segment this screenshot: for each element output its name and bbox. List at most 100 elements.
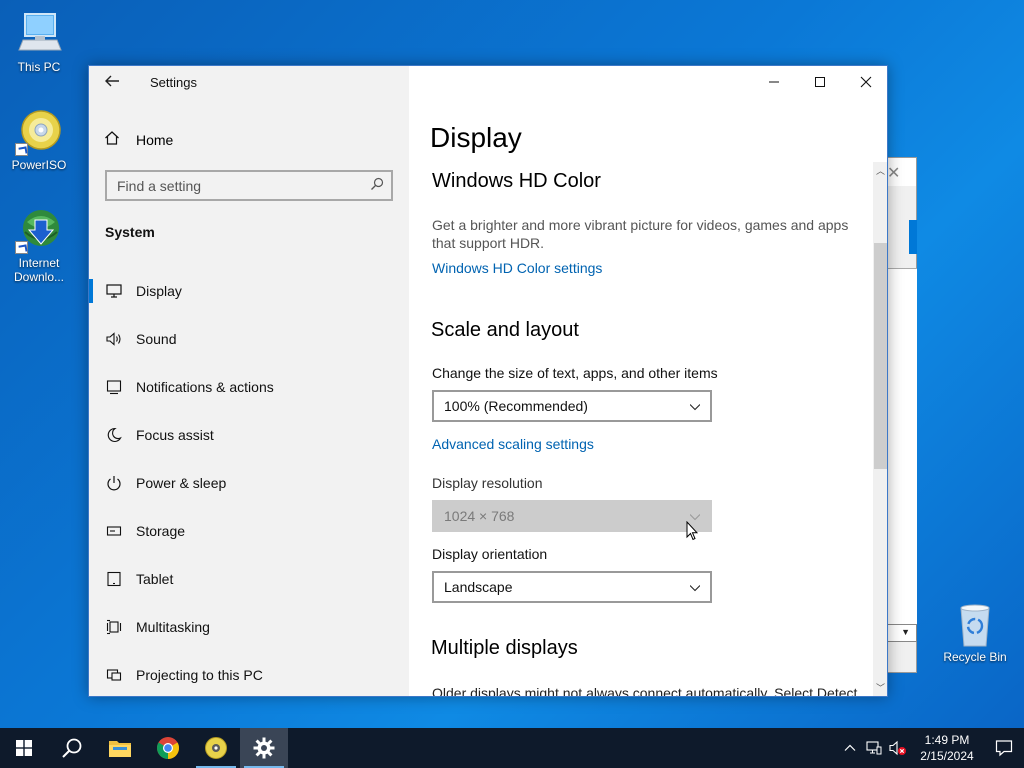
page-title: Display xyxy=(430,122,522,153)
nav-label: Sound xyxy=(136,331,177,347)
nav-item-sound[interactable]: Sound xyxy=(89,315,409,363)
storage-icon xyxy=(105,522,123,540)
hdr-heading: Windows HD Color xyxy=(432,170,601,192)
nav-label: Tablet xyxy=(136,571,174,587)
multiple-displays-heading: Multiple displays xyxy=(431,637,578,659)
clock-time: 1:49 PM xyxy=(924,733,970,747)
power-icon xyxy=(105,474,123,492)
section-label: System xyxy=(105,224,155,240)
nav-item-power-sleep[interactable]: Power & sleep xyxy=(89,459,409,507)
resolution-value: 1024 × 768 xyxy=(444,508,515,524)
nav-item-display[interactable]: Display xyxy=(89,267,409,315)
shortcut-arrow-icon xyxy=(15,143,28,156)
search-input[interactable] xyxy=(107,172,347,199)
poweriso-icon xyxy=(15,108,63,156)
hdr-settings-link[interactable]: Windows HD Color settings xyxy=(432,260,602,276)
home-link[interactable]: Home xyxy=(104,128,173,152)
back-arrow-icon xyxy=(105,75,119,87)
idm-icon xyxy=(15,206,63,254)
search-box[interactable] xyxy=(105,170,393,201)
orientation-dropdown[interactable]: Landscape xyxy=(432,571,712,603)
search-icon xyxy=(62,738,82,758)
chrome-icon xyxy=(157,737,179,759)
settings-taskbar-button[interactable] xyxy=(240,728,288,768)
desktop-icon-this-pc[interactable]: This PC xyxy=(4,10,74,74)
monitor-icon xyxy=(105,282,123,300)
volume-muted-icon xyxy=(889,740,906,756)
scroll-up-icon[interactable]: ︿ xyxy=(876,164,885,177)
nav-label: Focus assist xyxy=(136,427,214,443)
volume-button[interactable] xyxy=(886,740,910,756)
recycle-bin-label: Recycle Bin xyxy=(943,650,1007,664)
show-hidden-icons-button[interactable] xyxy=(838,742,862,754)
search-icon xyxy=(370,177,384,191)
scale-value: 100% (Recommended) xyxy=(444,398,588,414)
home-label: Home xyxy=(136,132,174,148)
orientation-label: Display orientation xyxy=(432,546,548,562)
clock[interactable]: 1:49 PM 2/15/2024 xyxy=(910,732,984,764)
clock-date: 2/15/2024 xyxy=(920,749,974,763)
settings-window: Settings Home System Display xyxy=(88,65,888,697)
taskbar: 1:49 PM 2/15/2024 xyxy=(0,728,1024,768)
tablet-icon xyxy=(105,570,123,588)
search-taskbar-button[interactable] xyxy=(48,728,96,768)
settings-main: Display Windows HD Color Get a brighter … xyxy=(409,66,887,696)
title-bar[interactable]: Settings xyxy=(89,66,409,98)
nav-item-notifications[interactable]: Notifications & actions xyxy=(89,363,409,411)
speaker-icon xyxy=(105,330,123,348)
poweriso-icon xyxy=(205,737,227,759)
resolution-dropdown[interactable]: 1024 × 768 xyxy=(432,500,712,532)
nav-item-multitasking[interactable]: Multitasking xyxy=(89,603,409,651)
file-explorer-button[interactable] xyxy=(96,728,144,768)
nav-item-focus-assist[interactable]: Focus assist xyxy=(89,411,409,459)
size-label: Change the size of text, apps, and other… xyxy=(432,365,718,381)
nav-label: Storage xyxy=(136,523,186,539)
folder-icon xyxy=(109,741,131,757)
chevron-up-icon xyxy=(844,744,856,751)
desktop-icon-internet-download-manager[interactable]: Internet Downlo... xyxy=(4,206,74,284)
scrollbar-thumb[interactable] xyxy=(874,243,887,469)
maximize-button[interactable] xyxy=(797,66,843,98)
close-button[interactable] xyxy=(843,66,887,98)
nav-item-storage[interactable]: Storage xyxy=(89,507,409,555)
desktop-icon-label: This PC xyxy=(17,60,61,74)
projecting-icon xyxy=(105,666,123,684)
mouse-cursor-icon xyxy=(686,521,698,541)
start-button[interactable] xyxy=(0,728,48,768)
scroll-down-icon[interactable]: ﹀ xyxy=(876,681,885,694)
desktop-icon-recycle-bin[interactable]: Recycle Bin xyxy=(940,602,1010,664)
nav-item-projecting[interactable]: Projecting to this PC xyxy=(89,651,409,696)
resolution-label: Display resolution xyxy=(432,475,543,491)
chrome-button[interactable] xyxy=(144,728,192,768)
home-icon xyxy=(104,130,122,151)
system-tray: 1:49 PM 2/15/2024 xyxy=(838,728,1024,768)
multitasking-icon xyxy=(105,618,123,636)
action-center-button[interactable] xyxy=(984,728,1024,768)
gear-icon xyxy=(253,737,275,759)
app-title: Settings xyxy=(150,75,197,90)
vertical-scrollbar[interactable]: ︿ ﹀ xyxy=(873,162,887,696)
minimize-button[interactable] xyxy=(751,66,797,98)
nav-label: Power & sleep xyxy=(136,475,227,491)
orientation-value: Landscape xyxy=(444,579,513,595)
close-icon[interactable]: ✕ xyxy=(887,163,900,183)
desktop-icon-label: Internet Downlo... xyxy=(13,256,65,284)
back-button[interactable] xyxy=(103,72,123,92)
desktop-icon-poweriso[interactable]: PowerISO xyxy=(4,108,74,172)
recycle-bin-icon xyxy=(960,604,990,647)
desktop-icon-label: PowerISO xyxy=(11,158,67,172)
poweriso-taskbar-button[interactable] xyxy=(192,728,240,768)
settings-nav: Display Sound Notifications & actions Fo… xyxy=(89,267,409,696)
nav-item-tablet[interactable]: Tablet xyxy=(89,555,409,603)
windows-logo-icon xyxy=(16,740,32,756)
scale-heading: Scale and layout xyxy=(431,319,579,341)
advanced-scaling-link[interactable]: Advanced scaling settings xyxy=(432,436,594,452)
notification-icon xyxy=(995,740,1013,757)
maximize-icon xyxy=(815,77,825,87)
multiple-displays-description: Older displays might not always connect … xyxy=(432,685,858,696)
network-button[interactable] xyxy=(862,740,886,756)
settings-content-scroll[interactable]: Windows HD Color Get a brighter and more… xyxy=(409,162,875,696)
shortcut-arrow-icon xyxy=(15,241,28,254)
close-icon xyxy=(860,76,872,88)
scale-dropdown[interactable]: 100% (Recommended) xyxy=(432,390,712,422)
